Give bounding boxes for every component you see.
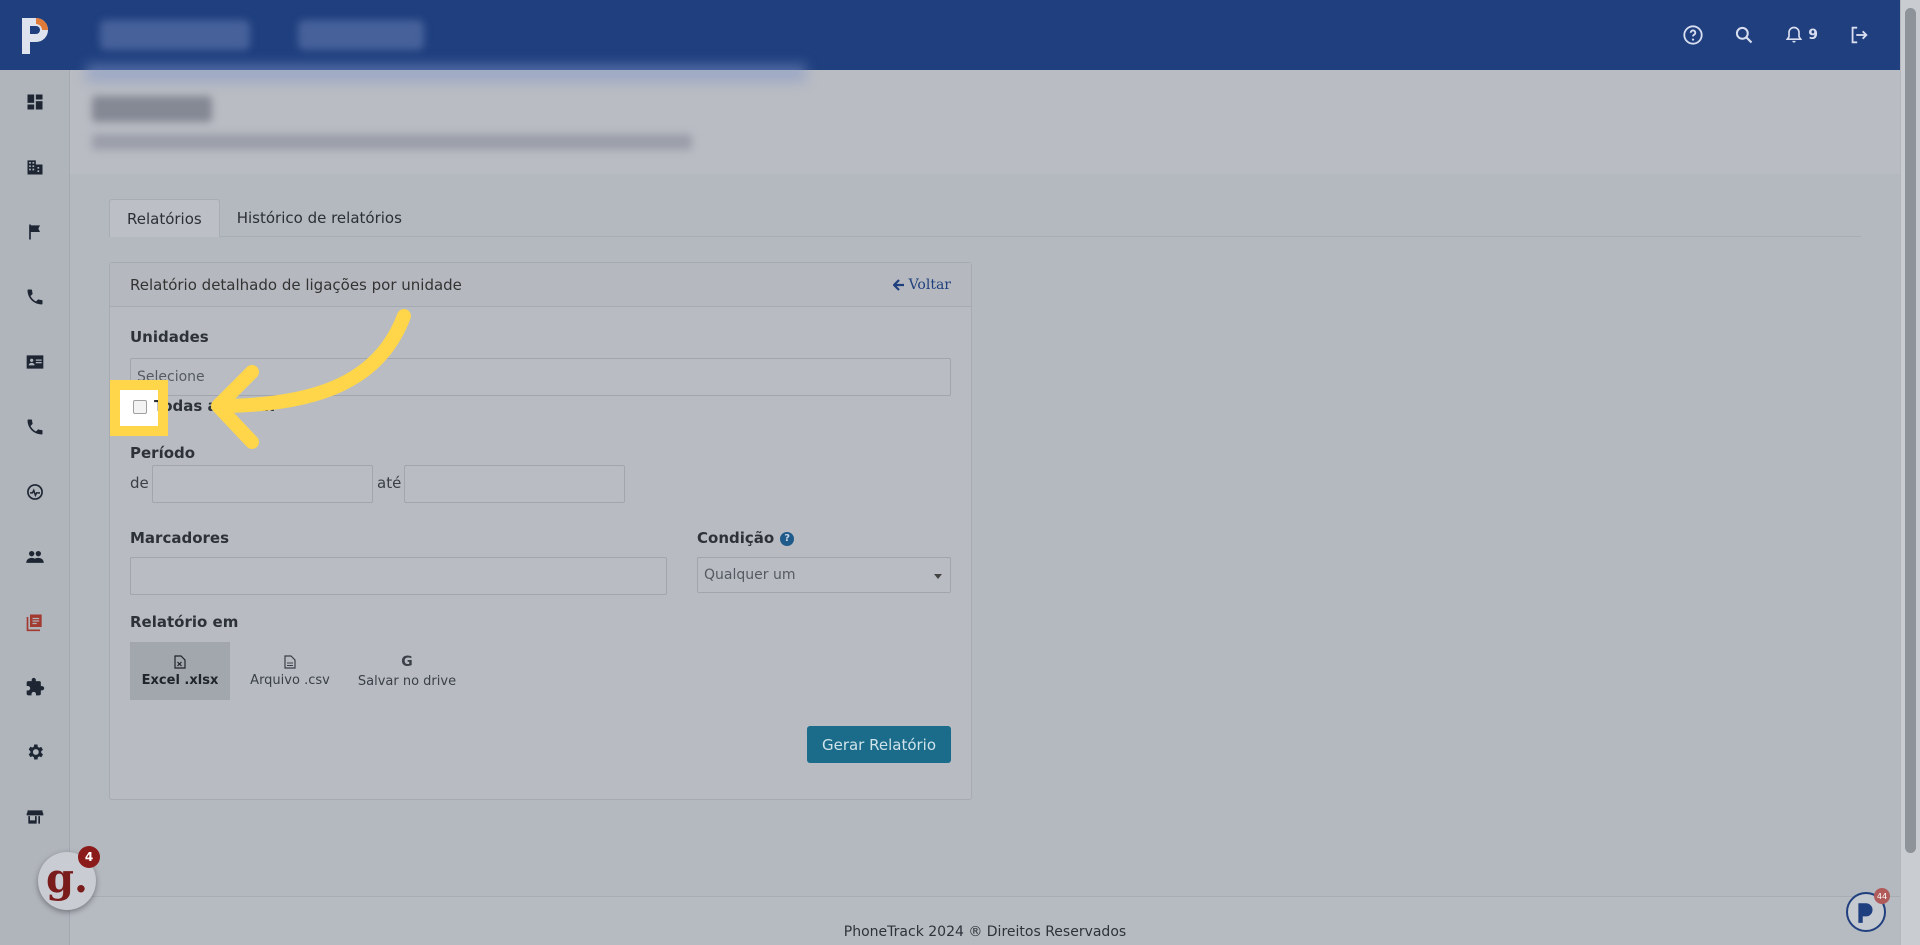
notification-count: 9 <box>1808 27 1818 43</box>
users-icon <box>26 551 44 563</box>
period-end-input[interactable] <box>404 465 625 503</box>
sidebar-item-integrations[interactable] <box>0 667 70 707</box>
google-icon: G <box>401 653 413 670</box>
phone-icon <box>27 289 43 305</box>
sidebar-item-contacts[interactable] <box>0 342 70 382</box>
format-drive-label: Salvar no drive <box>357 673 457 689</box>
sidebar-item-users[interactable] <box>0 537 70 577</box>
marcadores-input[interactable] <box>130 557 667 595</box>
periodo-to-label: até <box>377 474 402 492</box>
periodo-label: Período <box>130 444 196 462</box>
sidebar-item-campaigns[interactable] <box>0 212 70 252</box>
scrollbar-thumb[interactable] <box>1905 8 1916 853</box>
notifications-button[interactable]: 9 <box>1784 25 1818 45</box>
phonetrack-logo[interactable] <box>16 12 56 56</box>
blurred-header-strip <box>86 64 806 82</box>
tab-relatorios[interactable]: Relatórios <box>109 199 220 237</box>
top-navbar: 9 <box>0 0 1900 70</box>
sidebar <box>0 70 70 945</box>
support-widget-button[interactable]: 44 <box>1846 888 1890 932</box>
period-start-input[interactable] <box>152 465 373 503</box>
sidebar-item-store[interactable] <box>0 797 70 837</box>
arrow-left-icon <box>892 278 904 291</box>
dashboard-icon <box>27 94 43 110</box>
file-icon <box>284 654 296 669</box>
format-xlsx-label: Excel .xlsx <box>141 672 219 688</box>
bell-icon <box>1786 26 1803 43</box>
page-title <box>92 96 212 122</box>
format-csv-label: Arquivo .csv <box>250 672 330 688</box>
marcadores-label: Marcadores <box>130 529 230 547</box>
caret-down-icon <box>934 574 942 579</box>
condicao-select[interactable]: Qualquer um <box>697 557 951 593</box>
speed-gauge-icon <box>27 484 43 500</box>
sidebar-item-calls[interactable] <box>0 277 70 317</box>
company-selector[interactable] <box>100 20 250 50</box>
unidades-label: Unidades <box>130 328 209 346</box>
sidebar-item-monitoring[interactable] <box>0 472 70 512</box>
file-excel-icon <box>174 654 186 669</box>
format-drive-button[interactable]: G Salvar no drive <box>350 642 464 700</box>
puzzle-icon <box>26 677 45 696</box>
help-circle-icon[interactable]: ? <box>780 531 795 546</box>
gear-icon <box>28 744 43 760</box>
format-xlsx-button[interactable]: Excel .xlsx <box>130 642 230 700</box>
unit-selector[interactable] <box>298 20 424 50</box>
chat-widget-button[interactable]: g. 4 <box>38 846 100 910</box>
sidebar-item-dashboard[interactable] <box>0 82 70 122</box>
periodo-from-label: de <box>130 474 149 492</box>
sidebar-item-phone-lines[interactable] <box>0 407 70 447</box>
card-header: Relatório detalhado de ligações por unid… <box>110 263 971 307</box>
sidebar-item-settings[interactable] <box>0 732 70 772</box>
condicao-label: Condição? <box>697 529 795 547</box>
condicao-selected: Qualquer um <box>704 567 796 583</box>
generate-report-button[interactable]: Gerar Relatório <box>807 726 951 763</box>
phonetrack-small-logo-icon <box>1858 903 1873 923</box>
reports-book-icon <box>26 614 42 632</box>
phone-icon <box>27 419 43 435</box>
store-icon <box>26 810 44 824</box>
chat-badge: 4 <box>78 846 100 868</box>
relatorio-em-label: Relatório em <box>130 613 239 631</box>
sidebar-item-companies[interactable] <box>0 147 70 187</box>
tab-historico[interactable]: Histórico de relatórios <box>220 199 419 237</box>
footer-copyright: PhoneTrack 2024 ® Direitos Reservados <box>843 924 1127 940</box>
page-header <box>70 64 1900 174</box>
page-scrollbar[interactable] <box>1900 0 1920 945</box>
logout-icon[interactable] <box>1848 24 1870 46</box>
card-title: Relatório detalhado de ligações por unid… <box>130 275 462 294</box>
contact-card-icon <box>26 355 44 369</box>
format-csv-button[interactable]: Arquivo .csv <box>240 642 340 700</box>
report-form-card: Relatório detalhado de ligações por unid… <box>109 262 972 800</box>
footer: PhoneTrack 2024 ® Direitos Reservados <box>70 896 1900 945</box>
support-badge: 44 <box>1874 888 1890 904</box>
breadcrumb <box>92 134 692 150</box>
all-units-checkbox[interactable] <box>133 400 147 414</box>
building-icon <box>27 160 43 175</box>
back-link[interactable]: Voltar <box>892 276 951 293</box>
search-icon[interactable] <box>1734 25 1754 45</box>
all-units-label[interactable]: Todas as unidades <box>154 397 274 415</box>
sidebar-item-reports[interactable] <box>0 602 70 642</box>
report-tabs: Relatórios Histórico de relatórios <box>109 199 1861 237</box>
back-label: Voltar <box>908 276 951 293</box>
help-icon[interactable] <box>1682 24 1704 46</box>
unidades-select[interactable]: Selecione <box>130 358 951 396</box>
flag-icon <box>29 224 40 240</box>
